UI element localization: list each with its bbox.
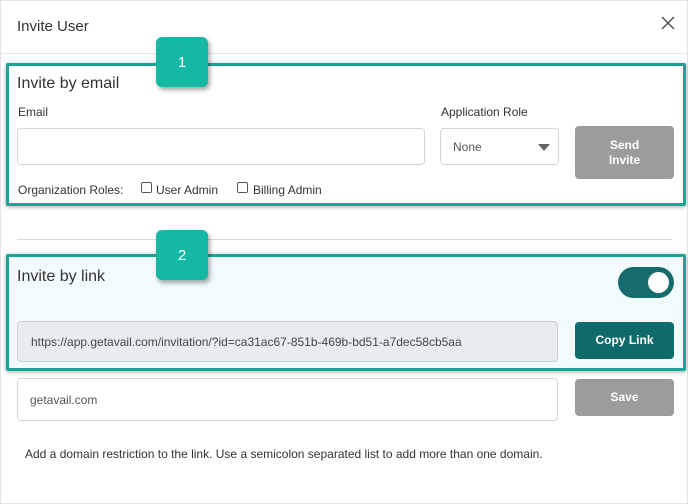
application-role-select[interactable]: None — [440, 128, 559, 165]
domain-restriction-input[interactable]: getavail.com — [17, 378, 558, 421]
callout-badge-1: 1 — [156, 37, 208, 87]
invite-by-link-heading: Invite by link — [17, 268, 106, 285]
header-divider — [1, 53, 688, 54]
callout-badge-2: 2 — [156, 230, 208, 280]
save-button[interactable]: Save — [575, 379, 674, 416]
domain-help-text: Add a domain restriction to the link. Us… — [25, 447, 543, 461]
invite-by-email-heading: Invite by email — [17, 75, 120, 92]
user-admin-checkbox[interactable] — [141, 182, 152, 193]
toggle-knob — [648, 272, 669, 293]
user-admin-label: User Admin — [156, 183, 219, 197]
email-input[interactable] — [17, 128, 425, 165]
close-icon[interactable] — [656, 11, 680, 35]
invitation-link-field[interactable]: https://app.getavail.com/invitation/?id=… — [17, 321, 558, 362]
section-divider — [17, 239, 672, 240]
billing-admin-label: Billing Admin — [253, 183, 322, 197]
invite-link-toggle[interactable] — [618, 267, 674, 298]
organization-roles-label: Organization Roles: — [18, 183, 124, 197]
invite-user-dialog: Invite User Invite by email Email Applic… — [0, 0, 688, 504]
billing-admin-checkbox[interactable] — [237, 182, 248, 193]
application-role-value: None — [453, 139, 482, 154]
email-label: Email — [18, 105, 49, 119]
chevron-down-icon — [538, 144, 550, 151]
send-invite-button[interactable]: Send Invite — [575, 126, 674, 179]
application-role-label: Application Role — [441, 105, 528, 119]
copy-link-button[interactable]: Copy Link — [575, 322, 674, 359]
dialog-title: Invite User — [17, 18, 89, 35]
